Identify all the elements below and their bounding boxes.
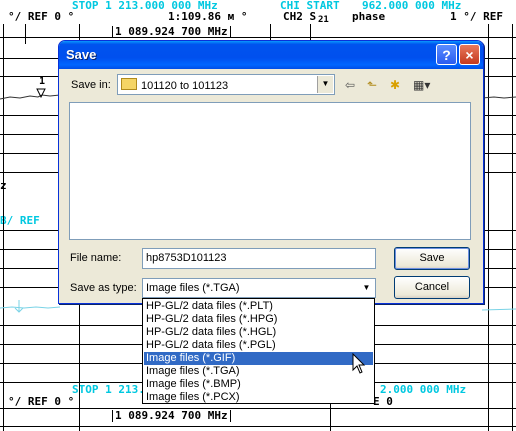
file-type-option[interactable]: HP-GL/2 data files (*.PGL) bbox=[144, 339, 373, 352]
phase-label: phase bbox=[352, 10, 386, 23]
file-type-option-selected[interactable]: Image files (*.GIF) bbox=[144, 352, 373, 365]
file-name-label: File name: bbox=[70, 252, 122, 264]
file-list-pane[interactable] bbox=[69, 102, 471, 240]
frequency-bottom-right: 2.000 000 MHz bbox=[380, 383, 467, 396]
channel2-label: CH2 S bbox=[283, 10, 317, 23]
back-icon[interactable]: ⇦ bbox=[345, 78, 355, 92]
help-icon: ? bbox=[442, 47, 451, 63]
views-menu-icon[interactable]: ▦▾ bbox=[413, 78, 430, 92]
save-in-label: Save in: bbox=[71, 79, 111, 91]
left-fragment-2: B/ REF bbox=[0, 214, 40, 227]
grid-line bbox=[0, 408, 516, 409]
save-as-type-dropdown[interactable]: Image files (*.TGA) ▼ bbox=[142, 278, 376, 298]
stop-frequency-bottom: STOP 1 213. bbox=[72, 383, 145, 396]
save-dialog: Save ? × Save in: 101120 to 101123 ▼ ⇦ ⬑… bbox=[58, 40, 484, 304]
up-folder-icon[interactable]: ⬑ bbox=[367, 78, 377, 92]
save-in-dropdown[interactable]: 101120 to 101123 ▼ bbox=[117, 74, 335, 95]
grid-line bbox=[0, 426, 516, 427]
file-type-option[interactable]: HP-GL/2 data files (*.HPG) bbox=[144, 313, 373, 326]
file-type-option[interactable]: Image files (*.PCX) bbox=[144, 391, 373, 404]
save-in-value: 101120 to 101123 bbox=[141, 80, 229, 92]
mouse-pointer-icon bbox=[352, 353, 366, 374]
file-type-option[interactable]: HP-GL/2 data files (*.HGL) bbox=[144, 326, 373, 339]
marker-number: 1 bbox=[39, 76, 46, 87]
cancel-button[interactable]: Cancel bbox=[394, 276, 470, 299]
save-button[interactable]: Save bbox=[394, 247, 470, 270]
save-as-type-label: Save as type: bbox=[70, 282, 137, 294]
grid-line bbox=[512, 24, 513, 431]
grid-line bbox=[0, 37, 516, 38]
grid-line bbox=[330, 404, 331, 431]
close-icon: × bbox=[465, 47, 474, 63]
scale-readout-right: 1 °/ REF bbox=[450, 10, 503, 23]
trace-line-upper-right bbox=[482, 96, 516, 99]
file-name-value: hp8753D101123 bbox=[146, 252, 227, 264]
file-name-input[interactable]: hp8753D101123 bbox=[142, 248, 376, 269]
save-as-type-value: Image files (*.TGA) bbox=[146, 282, 240, 294]
new-folder-icon[interactable]: ✱ bbox=[390, 78, 400, 92]
ref-readout-bottom-right: E 0 bbox=[373, 395, 393, 408]
ref-readout-left: °/ REF 0 ° bbox=[8, 10, 75, 23]
file-type-option[interactable]: Image files (*.BMP) bbox=[144, 378, 373, 391]
span-readout: 1:109.86 м ° bbox=[168, 10, 248, 23]
grid-line bbox=[25, 24, 26, 44]
channel2-sub: 21 bbox=[318, 15, 329, 25]
file-type-option[interactable]: HP-GL/2 data files (*.PLT) bbox=[144, 300, 373, 313]
file-type-option[interactable]: Image files (*.TGA) bbox=[144, 365, 373, 378]
dialog-title: Save bbox=[66, 47, 97, 62]
marker-arrow-icon bbox=[14, 300, 24, 313]
file-type-dropdown-list: HP-GL/2 data files (*.PLT) HP-GL/2 data … bbox=[142, 298, 375, 404]
chevron-down-icon[interactable]: ▼ bbox=[359, 280, 374, 296]
help-button[interactable]: ? bbox=[436, 44, 457, 65]
grid-line bbox=[488, 24, 489, 431]
close-button[interactable]: × bbox=[459, 44, 480, 65]
chevron-down-icon[interactable]: ▼ bbox=[317, 76, 333, 93]
ref-readout-bottom: °/ REF 0 ° bbox=[8, 395, 75, 408]
marker-triangle-icon bbox=[36, 88, 46, 98]
trace-line-lower-right bbox=[482, 308, 516, 311]
folder-icon bbox=[121, 78, 137, 90]
trace-line-lower bbox=[0, 306, 60, 309]
title-bar[interactable]: Save ? × bbox=[59, 41, 483, 69]
marker-readout-bottom: 1 089.924 700 MHz bbox=[112, 410, 231, 422]
trace-line-upper bbox=[0, 94, 60, 100]
